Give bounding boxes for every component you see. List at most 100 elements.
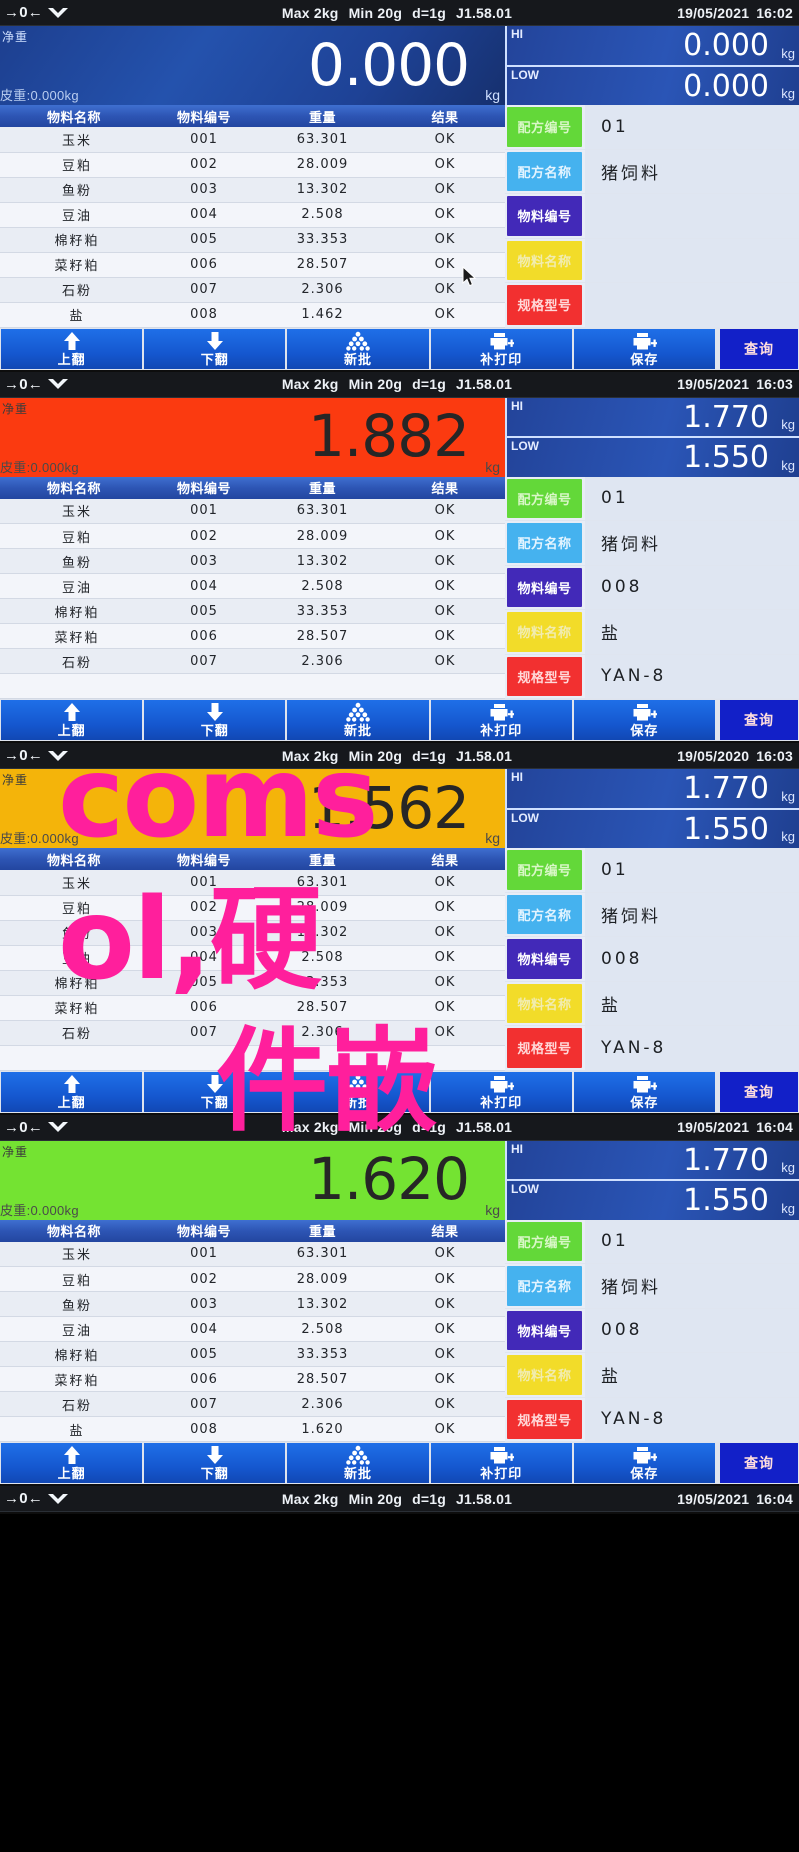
button-batch-stack[interactable]: 新批 [287,1071,429,1112]
button-printer-plus[interactable]: 补打印 [430,328,572,369]
field-formula-code-chip[interactable]: 配方编号 [507,1221,582,1261]
field-formula-code-chip[interactable]: 配方编号 [507,107,582,147]
table-row[interactable]: 豆粕 002 28.009 OK [0,152,505,178]
arrow-down-icon [202,1445,228,1470]
table-row[interactable]: 鱼粉 003 13.302 OK [0,548,505,574]
button-batch-stack[interactable]: 新批 [287,1443,429,1483]
button-arrow-up[interactable]: 上翻 [1,1443,143,1483]
table-row[interactable]: 盐 008 1.462 OK [0,302,505,328]
table-row[interactable]: 鱼粉 003 13.302 OK [0,920,505,946]
field-spec-model-row: 规格型号 [505,283,799,328]
button-printer-save[interactable]: 保存 [573,1071,716,1112]
field-material-name-chip[interactable]: 物料名称 [507,983,582,1023]
table-row[interactable]: 菜籽粕 006 28.507 OK [0,252,505,278]
table-row[interactable]: 菜籽粕 006 28.507 OK [0,623,505,649]
button-arrow-down[interactable]: 下翻 [144,1071,286,1112]
field-formula-name-chip[interactable]: 配方名称 [507,894,582,934]
table-row[interactable]: 石粉 007 2.306 OK [0,1020,505,1046]
cell-material-code: 005 [148,1341,260,1367]
field-material-name-chip[interactable]: 物料名称 [507,240,582,280]
button-printer-plus[interactable]: 补打印 [430,1443,572,1483]
weight-display-row: 净重 皮重:0.000kg 0.000 kg HI 0.000 kg LOW 0.000 kg [0,26,799,105]
field-material-name-chip[interactable]: 物料名称 [507,1355,582,1395]
table-row[interactable]: 石粉 007 2.306 OK [0,648,505,674]
cell-weight: 1.462 [260,302,385,328]
table-row[interactable]: 棉籽粕 005 33.353 OK [0,598,505,624]
button-arrow-down[interactable]: 下翻 [144,328,286,369]
cell-result: OK [385,1241,505,1267]
button-arrow-up[interactable]: 上翻 [1,1071,143,1112]
table-row[interactable]: 玉米 001 63.301 OK [0,127,505,153]
button-arrow-up[interactable]: 上翻 [1,700,143,740]
field-spec-model-chip[interactable]: 规格型号 [507,656,582,696]
field-formula-name-chip[interactable]: 配方名称 [507,523,582,563]
table-row[interactable]: 鱼粉 003 13.302 OK [0,177,505,203]
cell-material-name: 石粉 [0,1391,148,1417]
column-header-weight: 重量 [260,848,385,870]
table-row[interactable]: 盐 008 1.620 OK [0,1416,505,1442]
field-spec-model-chip[interactable]: 规格型号 [507,285,582,325]
button-batch-stack[interactable]: 新批 [287,328,429,369]
cell-material-code: 005 [148,227,260,253]
button-query[interactable]: 查询 [720,328,799,369]
table-row[interactable]: 棉籽粕 005 33.353 OK [0,227,505,253]
cell-material-code: 006 [148,995,260,1021]
button-printer-save[interactable]: 保存 [573,1443,716,1483]
field-spec-model-chip[interactable]: 规格型号 [507,1399,582,1439]
button-printer-plus[interactable]: 补打印 [430,1071,572,1112]
field-material-name-value: 盐 [585,981,799,1025]
table-row-blank[interactable] [0,673,505,699]
table-row[interactable]: 豆油 004 2.508 OK [0,1316,505,1342]
cell-result: OK [385,523,505,549]
cell-blank [0,673,148,699]
field-spec-model-row: 规格型号 YAN-8 [505,1026,799,1071]
button-batch-stack[interactable]: 新批 [287,700,429,740]
table-row[interactable]: 石粉 007 2.306 OK [0,277,505,303]
button-arrow-down[interactable]: 下翻 [144,700,286,740]
field-material-code-chip[interactable]: 物料编号 [507,196,582,236]
button-printer-save[interactable]: 保存 [573,700,716,740]
button-query[interactable]: 查询 [720,700,799,740]
cell-material-code: 007 [148,648,260,674]
time-text: 16:02 [756,4,793,21]
button-arrow-down[interactable]: 下翻 [144,1443,286,1483]
table-row[interactable]: 菜籽粕 006 28.507 OK [0,995,505,1021]
field-material-code-chip[interactable]: 物料编号 [507,1310,582,1350]
table-row[interactable]: 鱼粉 003 13.302 OK [0,1291,505,1317]
table-row[interactable]: 石粉 007 2.306 OK [0,1391,505,1417]
button-printer-save[interactable]: 保存 [573,328,716,369]
table-row-blank[interactable] [0,1045,505,1071]
field-material-code-chip[interactable]: 物料编号 [507,567,582,607]
field-formula-code-chip[interactable]: 配方编号 [507,850,582,890]
table-row[interactable]: 玉米 001 63.301 OK [0,498,505,524]
cell-material-name: 棉籽粕 [0,227,148,253]
table-row[interactable]: 豆油 004 2.508 OK [0,202,505,228]
table-row[interactable]: 豆粕 002 28.009 OK [0,895,505,921]
table-row[interactable]: 棉籽粕 005 33.353 OK [0,970,505,996]
field-formula-code-chip[interactable]: 配方编号 [507,478,582,518]
table-row[interactable]: 豆粕 002 28.009 OK [0,523,505,549]
field-material-name-chip[interactable]: 物料名称 [507,612,582,652]
button-query[interactable]: 查询 [720,1071,799,1112]
batch-stack-icon [345,331,371,356]
table-row[interactable]: 玉米 001 63.301 OK [0,1241,505,1267]
table-row[interactable]: 菜籽粕 006 28.507 OK [0,1366,505,1392]
table-row[interactable]: 豆油 004 2.508 OK [0,945,505,971]
table-row[interactable]: 玉米 001 63.301 OK [0,870,505,896]
button-arrow-up[interactable]: 上翻 [1,328,143,369]
button-printer-plus[interactable]: 补打印 [430,700,572,740]
material-table: 物料名称 物料编号 重量 结果 玉米 001 63.301 OK 豆粕 002 28.009 OK 鱼粉… [0,1219,505,1442]
field-spec-model-chip[interactable]: 规格型号 [507,1028,582,1068]
cell-result: OK [385,970,505,996]
field-formula-name-chip[interactable]: 配方名称 [507,1266,582,1306]
field-spec-model-row: 规格型号 YAN-8 [505,1397,799,1442]
cell-material-name: 玉米 [0,1241,148,1267]
field-material-code-chip[interactable]: 物料编号 [507,939,582,979]
table-row[interactable]: 豆油 004 2.508 OK [0,573,505,599]
table-row[interactable]: 豆粕 002 28.009 OK [0,1266,505,1292]
column-header-material-code: 物料编号 [148,1219,260,1242]
table-row[interactable]: 棉籽粕 005 33.353 OK [0,1341,505,1367]
stability-icon [47,7,69,19]
field-formula-name-chip[interactable]: 配方名称 [507,151,582,191]
button-query[interactable]: 查询 [720,1443,799,1483]
